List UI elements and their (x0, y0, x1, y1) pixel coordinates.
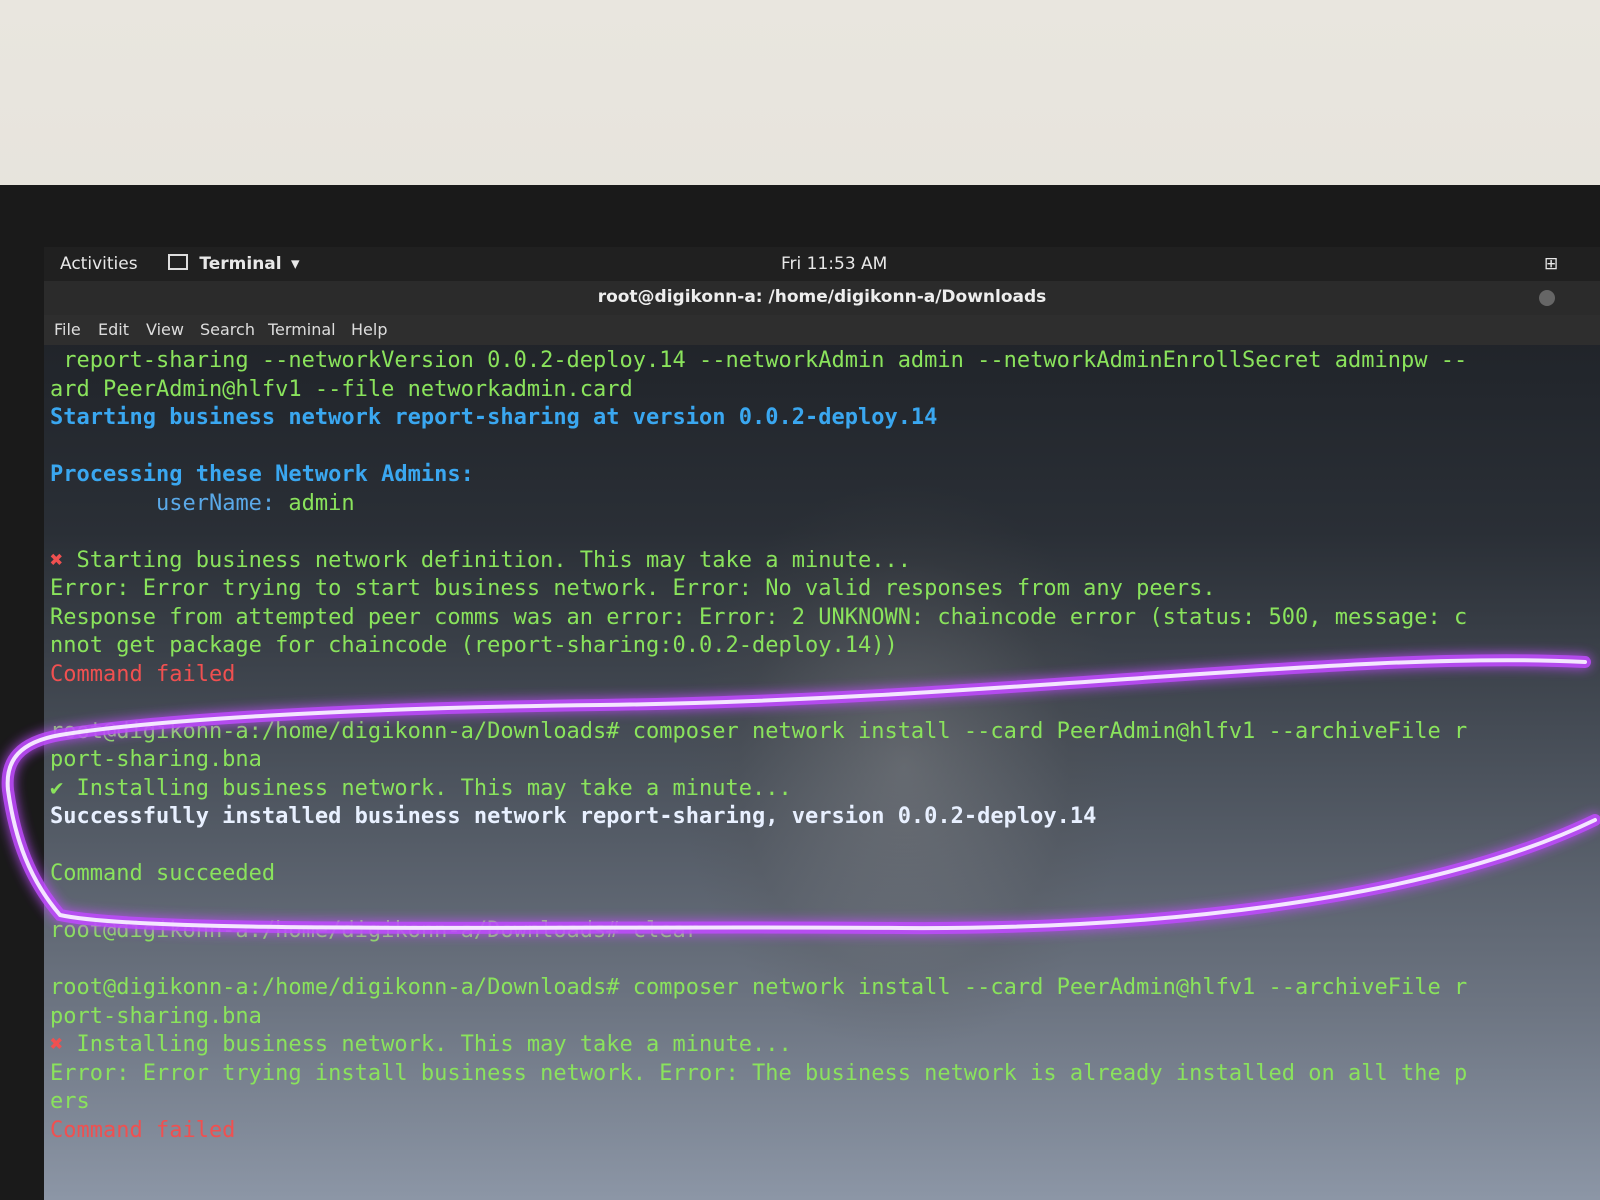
terminal-line: Processing these Network Admins: (50, 462, 474, 487)
gnome-top-bar: Activities Terminal ▾ Fri 11:53 AM ⊞ (44, 247, 1600, 281)
terminal-icon (168, 254, 188, 270)
terminal-line: port-sharing.bna (50, 747, 262, 772)
terminal-line: userName: admin (155, 490, 355, 516)
field-label: userName: (155, 490, 276, 516)
terminal-line: root@digikonn-a:/home/digikonn-a/Downloa… (50, 975, 1468, 1000)
terminal-line: ✖ Starting business network definition. … (50, 547, 1600, 576)
terminal-line: Response from attempted peer comms was a… (50, 604, 1468, 630)
screen: Activities Terminal ▾ Fri 11:53 AM ⊞ roo… (44, 247, 1600, 1200)
monitor-bezel: Activities Terminal ▾ Fri 11:53 AM ⊞ roo… (0, 185, 1600, 1200)
terminal-line: report-sharing --networkVersion 0.0.2-de… (50, 348, 1468, 373)
network-icon[interactable]: ⊞ (1544, 254, 1558, 274)
terminal-line: Successfully installed business network … (50, 804, 1097, 829)
chevron-down-icon: ▾ (291, 254, 300, 274)
menu-search[interactable]: Search (200, 320, 255, 339)
terminal-line: ✔ Installing business network. This may … (50, 775, 792, 801)
terminal-line: Error: Error trying install business net… (50, 1060, 1468, 1086)
menu-edit[interactable]: Edit (98, 320, 129, 339)
terminal-line: ard PeerAdmin@hlfv1 --file networkadmin.… (50, 376, 633, 402)
terminal-line: ers (50, 1089, 90, 1114)
terminal-line: Command succeeded (50, 861, 276, 886)
terminal-line: port-sharing.bna (50, 1003, 262, 1029)
terminal-line-text: Starting business network definition. Th… (63, 547, 911, 573)
activities-button[interactable]: Activities (60, 254, 138, 274)
terminal-line: ✖ Installing business network. This may … (50, 1031, 1600, 1060)
clock[interactable]: Fri 11:53 AM (781, 254, 887, 274)
terminal-line: root@digikonn-a:/home/digikonn-a/Downloa… (50, 718, 1468, 744)
menu-help[interactable]: Help (351, 320, 387, 339)
menu-terminal[interactable]: Terminal (268, 320, 336, 339)
status-mark-icon: ✖ (50, 1032, 64, 1057)
terminal-line-text: Installing business network. This may ta… (63, 1032, 792, 1057)
terminal-line: root@digikonn-a:/home/digikonn-a/Downloa… (50, 918, 700, 943)
app-menu-label: Terminal (199, 254, 282, 274)
menu-file[interactable]: File (54, 320, 81, 339)
menu-view[interactable]: View (146, 320, 184, 339)
terminal-line: Starting business network report-sharing… (50, 405, 938, 430)
terminal-output[interactable]: report-sharing --networkVersion 0.0.2-de… (50, 347, 1600, 1197)
terminal-line: Command failed (50, 1117, 236, 1143)
app-menu[interactable]: Terminal ▾ (168, 254, 300, 274)
minimize-icon[interactable] (1539, 290, 1555, 306)
window-title: root@digikonn-a: /home/digikonn-a/Downlo… (597, 287, 1047, 307)
terminal-line: nnot get package for chaincode (report-s… (50, 633, 898, 658)
status-mark-icon: ✖ (50, 547, 64, 573)
terminal-line: Error: Error trying to start business ne… (50, 576, 1216, 601)
terminal-line: Command failed (50, 661, 236, 687)
menu-bar: File Edit View Search Terminal Help (44, 315, 1600, 345)
window-titlebar: root@digikonn-a: /home/digikonn-a/Downlo… (44, 281, 1600, 315)
